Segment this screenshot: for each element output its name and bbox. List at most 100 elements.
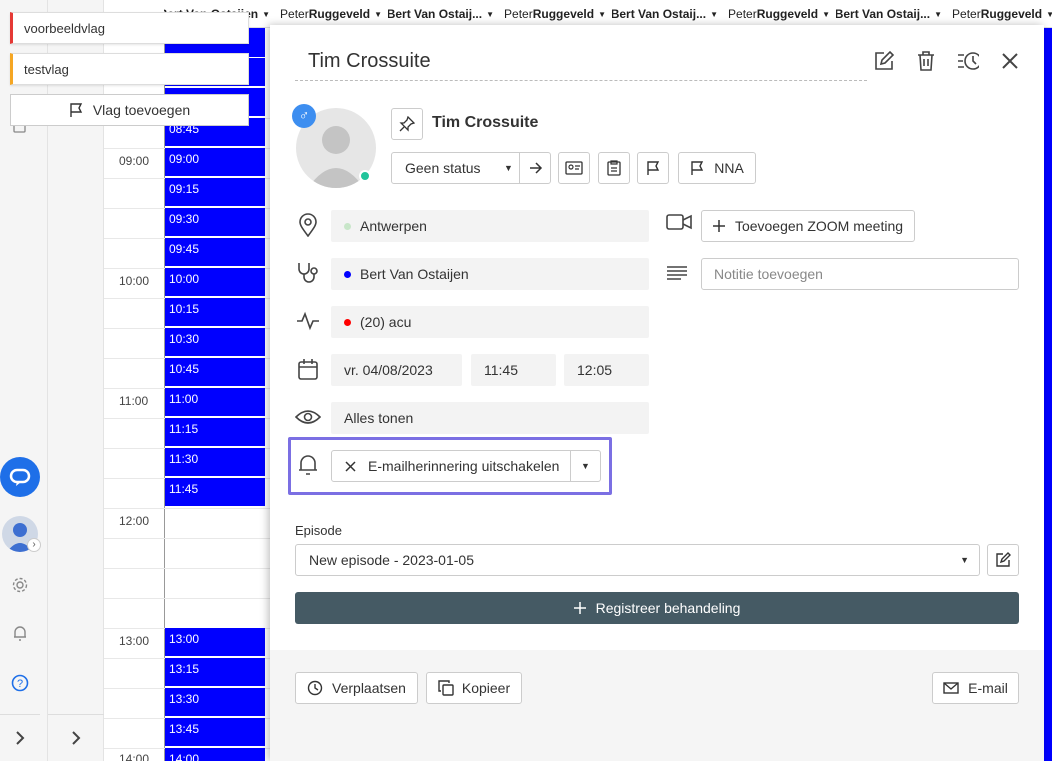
copy-button[interactable]: Kopieer (426, 672, 522, 704)
location-pin-icon (295, 212, 321, 238)
calendar-slot[interactable]: 13:00 (165, 628, 265, 657)
plus-icon (712, 220, 725, 232)
calendar-slot[interactable]: 11:00 (165, 388, 265, 417)
flag-button[interactable] (637, 152, 669, 184)
calendar-slot[interactable]: 10:30 (165, 328, 265, 357)
email-reminder-value: E-mailherinnering uitschakelen (368, 458, 560, 474)
panel-title: Tim Crossuite (295, 47, 867, 81)
close-icon[interactable] (345, 460, 356, 472)
calendar-slot[interactable]: 09:15 (165, 178, 265, 207)
calendar-slot[interactable]: 11:15 (165, 418, 265, 447)
email-reminder-select[interactable]: E-mailherinnering uitschakelen ▼ (331, 450, 601, 482)
pin-button[interactable] (391, 108, 423, 140)
email-button[interactable]: E-mail (932, 672, 1019, 704)
calendar-slot[interactable]: 14:00 (165, 748, 265, 761)
column-header[interactable]: Peter Ruggeveld ▼ (948, 0, 1052, 28)
calendar-slot[interactable]: 13:45 (165, 718, 265, 747)
add-flag-button[interactable]: Vlag toevoegen (10, 94, 249, 126)
therapist-field[interactable]: Bert Van Ostaijen (331, 258, 649, 290)
clipboard-button[interactable] (598, 152, 630, 184)
add-flag-label: Vlag toevoegen (92, 102, 191, 118)
location-field[interactable]: Antwerpen (331, 210, 649, 242)
column-header[interactable]: Bert Van Ostaij... ▼ (612, 0, 724, 28)
online-status-dot (359, 170, 371, 182)
hour-label: 12:00 (119, 514, 150, 528)
hour-label: 10:00 (119, 274, 150, 288)
start-time-field[interactable]: 11:45 (471, 354, 556, 386)
edit-icon[interactable] (873, 47, 895, 75)
move-button[interactable]: Verplaatsen (295, 672, 418, 704)
trash-icon[interactable] (915, 47, 937, 75)
bell-icon[interactable] (0, 624, 40, 642)
chevron-right-icon (16, 731, 25, 745)
date-field[interactable]: vr. 04/08/2023 (331, 354, 462, 386)
stethoscope-icon (295, 260, 321, 286)
end-time-field[interactable]: 12:05 (564, 354, 649, 386)
caret-down-icon: ▼ (504, 163, 513, 173)
calendar-slot[interactable]: 10:45 (165, 358, 265, 387)
column-header[interactable]: Peter Ruggeveld ▼ (500, 0, 612, 28)
location-dot (344, 222, 351, 230)
expand-panel-button[interactable] (48, 714, 104, 761)
help-icon[interactable]: ? (0, 674, 40, 692)
chat-button[interactable] (0, 457, 40, 497)
flag-item[interactable]: testvlag (10, 53, 249, 85)
column-header[interactable]: Bert Van Ostaij... ▼ (836, 0, 948, 28)
episode-select[interactable]: New episode - 2023-01-05 ▼ (295, 544, 980, 576)
visibility-field[interactable]: Alles tonen (331, 402, 649, 434)
copy-label: Kopieer (461, 680, 511, 696)
flag-item[interactable]: voorbeeldvlag (10, 12, 249, 44)
episode-value: New episode - 2023-01-05 (309, 552, 474, 568)
nna-label: NNA (714, 160, 744, 176)
close-icon[interactable] (999, 47, 1021, 75)
panel-footer: Verplaatsen Kopieer E-mail (270, 650, 1044, 761)
calendar-slot[interactable]: 13:15 (165, 658, 265, 687)
nna-flag-button[interactable]: NNA (678, 152, 756, 184)
note-input[interactable]: Notitie toevoegen (701, 258, 1019, 290)
male-gender-icon: ♂ (292, 104, 316, 128)
settings-gear-icon[interactable] (0, 576, 40, 594)
patient-name: Tim Crossuite (432, 114, 539, 131)
calendar-slot[interactable]: 09:30 (165, 208, 265, 237)
expand-sidebar-button[interactable] (0, 714, 40, 761)
register-label: Registreer behandeling (595, 600, 741, 616)
video-camera-icon (666, 212, 692, 237)
therapist-dot (344, 270, 351, 278)
contact-card-button[interactable] (558, 152, 590, 184)
history-icon[interactable] (957, 47, 979, 75)
calendar-slot[interactable]: 10:00 (165, 268, 265, 297)
add-zoom-meeting-button[interactable]: Toevoegen ZOOM meeting (701, 210, 915, 242)
status-value: Geen status (405, 160, 481, 176)
column-header[interactable]: Peter Ruggeveld ▼ (276, 0, 388, 28)
svg-text:?: ? (17, 678, 23, 690)
calendar-slot[interactable]: 13:30 (165, 688, 265, 717)
location-value: Antwerpen (360, 218, 427, 234)
chat-icon (9, 468, 31, 486)
edit-episode-button[interactable] (987, 544, 1019, 576)
calendar-slot[interactable]: 11:30 (165, 448, 265, 477)
divider (519, 153, 520, 183)
calendar-slot[interactable]: 10:15 (165, 298, 265, 327)
calendar-slot[interactable]: 09:00 (165, 148, 265, 177)
move-label: Verplaatsen (332, 680, 406, 696)
calendar-icon (295, 356, 321, 382)
calendar-slot[interactable]: 11:45 (165, 478, 265, 507)
calendar-column-headers: Bert Van Ostaijen▼ Peter Ruggeveld▼ Bert… (164, 0, 1052, 28)
caret-down-icon[interactable]: ▼ (581, 461, 590, 471)
status-select[interactable]: Geen status ▼ (391, 152, 551, 184)
treatment-field[interactable]: (20) acu (331, 306, 649, 338)
register-treatment-button[interactable]: Registreer behandeling (295, 592, 1019, 624)
hour-label: 14:00 (119, 752, 150, 761)
column-header[interactable]: Peter Ruggeveld ▼ (724, 0, 836, 28)
flag-icon (647, 160, 660, 175)
history-icon (307, 680, 323, 696)
arrow-right-icon[interactable] (529, 162, 543, 174)
flag-icon (691, 160, 704, 175)
caret-down-icon: ▼ (960, 555, 969, 565)
calendar-slot[interactable] (1044, 28, 1052, 761)
calendar-slot[interactable]: 09:45 (165, 238, 265, 267)
column-header[interactable]: Bert Van Ostaij... ▼ (388, 0, 500, 28)
flag-icon (70, 102, 82, 117)
avatar-chevron-icon[interactable]: › (27, 538, 41, 552)
appointment-panel: Tim Crossuite ♂ Tim Crossuite Geen statu… (270, 25, 1044, 761)
